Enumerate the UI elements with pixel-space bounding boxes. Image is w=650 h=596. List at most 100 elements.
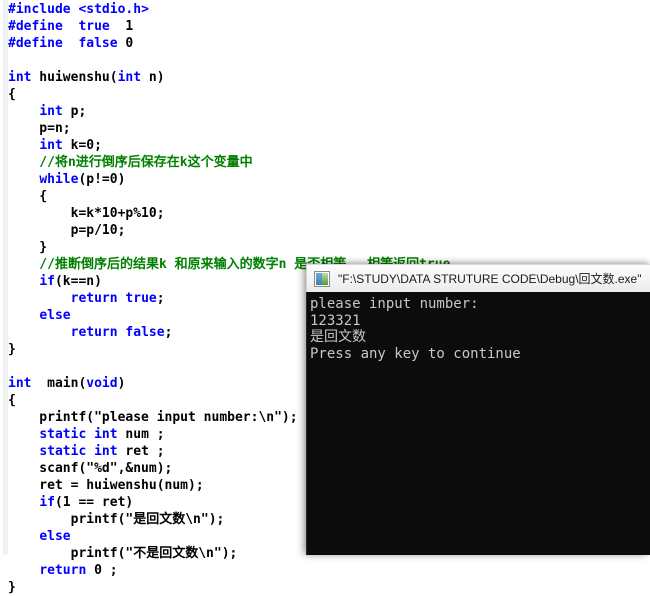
code-token: int [8, 376, 32, 391]
code-token: printf("不是回文数\n"); [8, 546, 238, 561]
code-token: { [8, 189, 48, 204]
code-token: true [78, 19, 110, 34]
code-token: ret ; [117, 444, 165, 459]
code-token: static [39, 427, 87, 442]
console-output-line: please input number: [310, 296, 479, 312]
code-token: //将n进行倒序后保存在k这个变量中 [8, 155, 253, 170]
code-token: (1 == ret) [54, 495, 134, 510]
code-token: printf("please input number:\n"); [8, 410, 298, 425]
code-token: while [39, 172, 79, 187]
code-token: #define [8, 19, 63, 34]
code-line: #define true 1 [8, 18, 648, 35]
code-token: ; [156, 291, 165, 306]
code-token: ret = huiwenshu(num); [8, 478, 204, 493]
code-line: #define false 0 [8, 35, 648, 52]
console-app-icon [314, 270, 330, 287]
code-token: int [117, 70, 142, 85]
code-token: n) [141, 70, 165, 85]
code-line: //将n进行倒序后保存在k这个变量中 [8, 154, 648, 171]
code-token: void [86, 376, 118, 391]
console-title-bar[interactable]: "F:\STUDY\DATA STRUTURE CODE\Debug\回文数.e… [306, 264, 650, 292]
code-line: while(p!=0) [8, 171, 648, 188]
code-token: num ; [117, 427, 165, 442]
code-token: k=k*10+p%10; [8, 206, 165, 221]
code-line: k=k*10+p%10; [8, 205, 648, 222]
code-token: if [39, 274, 55, 289]
code-line: return 0 ; [8, 562, 648, 579]
code-token: p=n; [8, 121, 71, 136]
console-output-line: 123321 [310, 312, 361, 329]
console-window[interactable]: "F:\STUDY\DATA STRUTURE CODE\Debug\回文数.e… [306, 264, 650, 555]
code-token: 1 [109, 19, 134, 34]
code-token: int [94, 444, 118, 459]
code-token: } [8, 240, 48, 255]
code-token: k=0; [62, 138, 102, 153]
code-token: huiwenshu( [31, 70, 118, 85]
code-token: false [78, 36, 118, 51]
code-line: int huiwenshu(int n) [8, 69, 648, 86]
console-output-line: Press any key to continue [310, 345, 521, 362]
code-token: 0 ; [86, 563, 118, 578]
code-token: p; [62, 104, 87, 119]
code-line: #include <stdio.h> [8, 1, 648, 18]
code-token: p=p/10; [8, 223, 126, 238]
code-line: int p; [8, 103, 648, 120]
code-token: static [39, 444, 87, 459]
code-token: } [8, 342, 16, 357]
code-token: true [125, 291, 157, 306]
code-token: int [8, 70, 32, 85]
code-token: false [125, 325, 165, 340]
code-token: ) [117, 376, 126, 391]
code-token: return [70, 291, 118, 306]
code-token: #define [8, 36, 63, 51]
code-token: { [8, 393, 16, 408]
console-output-area[interactable]: please input number: 123321 是回文数 Press any … [306, 292, 650, 555]
code-token: if [39, 495, 55, 510]
code-line: { [8, 86, 648, 103]
code-token: printf("是回文数\n"); [8, 512, 225, 527]
code-line: } [8, 579, 648, 596]
code-token: { [8, 87, 16, 102]
code-token: #include [8, 2, 79, 17]
code-line: } [8, 239, 648, 256]
code-token: else [39, 529, 71, 544]
code-token: else [39, 308, 71, 323]
code-line: int k=0; [8, 137, 648, 154]
code-line: { [8, 188, 648, 205]
code-token: } [8, 580, 16, 595]
code-token: return [39, 563, 87, 578]
code-token: 0 [117, 36, 134, 51]
code-token: <stdio.h> [78, 2, 149, 17]
code-token: int [39, 138, 63, 153]
code-token: ; [164, 325, 173, 340]
code-token: (p!=0) [78, 172, 126, 187]
code-token: int [39, 104, 63, 119]
code-token: return [70, 325, 118, 340]
code-token: main( [31, 376, 87, 391]
code-token: scanf("%d",&num); [8, 461, 173, 476]
code-line: p=p/10; [8, 222, 648, 239]
console-output-line: 是回文数 [310, 329, 366, 345]
console-title-text: "F:\STUDY\DATA STRUTURE CODE\Debug\回文数.e… [338, 272, 642, 286]
console-output-text: please input number: 123321 是回文数 Press any … [310, 296, 650, 362]
code-line: p=n; [8, 120, 648, 137]
code-token: (k==n) [54, 274, 102, 289]
code-token: int [94, 427, 118, 442]
